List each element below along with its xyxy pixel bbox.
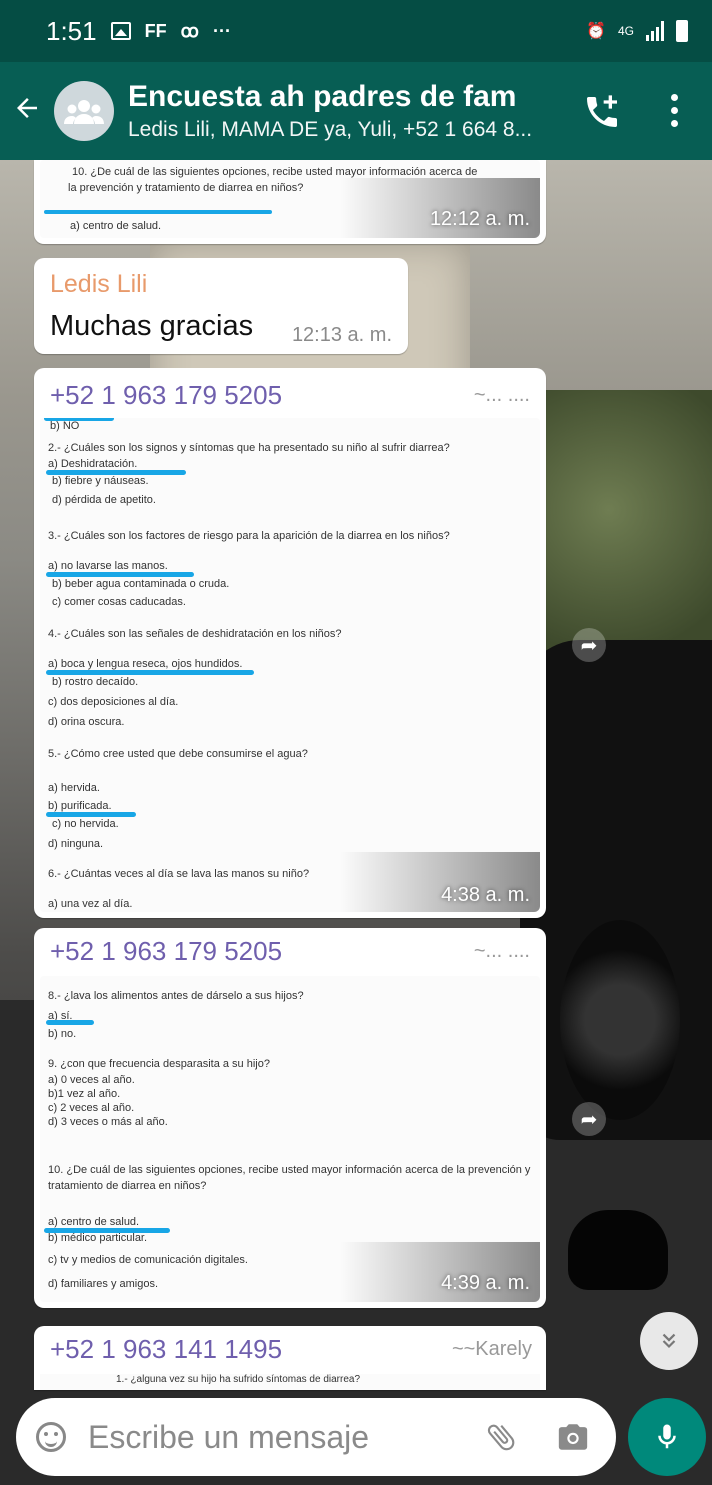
message-text: Muchas gracias: [50, 310, 254, 342]
status-time: 1:51: [46, 15, 97, 46]
more-vert-icon[interactable]: [664, 94, 684, 134]
image-message[interactable]: +52 1 963 179 5205 ~... .... 8.- ¿lava l…: [34, 928, 546, 1308]
doc-line: la prevención y tratamiento de diarrea e…: [68, 182, 304, 194]
gallery-notification-icon: [110, 22, 131, 40]
doc-line: a) Deshidratación.: [48, 458, 138, 470]
doc-line: 8.- ¿lava los alimentos antes de dárselo…: [48, 990, 304, 1002]
doc-line: a) centro de salud.: [48, 1216, 140, 1228]
message-time: 12:13 a. m.: [291, 324, 392, 346]
doc-line: 10. ¿De cuál de las siguientes opciones,…: [72, 166, 478, 178]
doc-line: d) familiares y amigos.: [48, 1278, 159, 1290]
doc-line: a) no lavarse las manos.: [48, 560, 168, 572]
add-call-icon[interactable]: [582, 92, 622, 132]
sender-name: Ledis Lili: [50, 270, 148, 298]
network-type: 4G: [617, 24, 634, 38]
alarm-icon: ⏰: [586, 23, 606, 40]
doc-line: tratamiento de diarrea en niños?: [48, 1180, 207, 1192]
highlight-underline: [44, 1228, 170, 1233]
forward-icon[interactable]: ➦: [572, 1102, 606, 1136]
forward-icon[interactable]: ➦: [572, 628, 606, 662]
doc-line: d) pérdida de apetito.: [52, 494, 156, 506]
doc-line: 6.- ¿Cuántas veces al día se lava las ma…: [48, 868, 310, 880]
highlight-underline: [46, 1020, 94, 1025]
doc-line: b) médico particular.: [48, 1232, 148, 1244]
chat-title-block[interactable]: Encuesta ah padres de fam Ledis Lili, MA…: [128, 80, 568, 142]
battery-icon: [676, 20, 688, 42]
attach-icon[interactable]: [484, 1420, 518, 1459]
image-message[interactable]: 10. ¿De cuál de las siguientes opciones,…: [34, 160, 546, 244]
doc-line: b) purificada.: [48, 800, 112, 812]
doc-line: c) 2 veces al año.: [48, 1102, 135, 1114]
doc-line: a) hervida.: [48, 782, 100, 794]
doc-line: d) orina oscura.: [48, 716, 125, 728]
message-input[interactable]: [88, 1418, 478, 1456]
message-time: 12:12 a. m.: [429, 208, 530, 230]
doc-line: 10. ¿De cuál de las siguientes opciones,…: [48, 1164, 531, 1176]
doc-line: 5.- ¿Cómo cree usted que debe consumirse…: [48, 748, 308, 760]
doc-line: 1.- ¿alguna vez su hijo ha sufrido sínto…: [116, 1374, 361, 1385]
highlight-underline: [46, 470, 186, 475]
group-avatar-icon[interactable]: [54, 81, 114, 141]
doc-line: c) tv y medios de comunicación digitales…: [48, 1254, 248, 1266]
signal-icon: [646, 21, 664, 41]
camera-icon[interactable]: [556, 1420, 590, 1459]
survey-image[interactable]: 8.- ¿lava los alimentos antes de dárselo…: [40, 976, 540, 1302]
highlight-underline: [44, 210, 272, 214]
text-message[interactable]: Ledis Lili Muchas gracias 12:13 a. m.: [34, 258, 408, 354]
highlight-underline: [46, 812, 136, 817]
highlight-underline: [44, 418, 114, 421]
image-message[interactable]: +52 1 963 179 5205 ~... .... b) NO 2.- ¿…: [34, 368, 546, 918]
doc-line: d) ninguna.: [48, 838, 104, 850]
sender-alias: ~~Karely: [451, 1338, 532, 1360]
sender-phone: +52 1 963 179 5205: [50, 380, 283, 410]
image-message[interactable]: +52 1 963 141 1495 ~~Karely 1.- ¿alguna …: [34, 1326, 546, 1390]
doc-line: d) 3 veces o más al año.: [48, 1116, 168, 1128]
doc-line: b) beber agua contaminada o cruda.: [52, 578, 230, 590]
doc-line: b) fiebre y náuseas.: [52, 475, 149, 487]
message-time: 4:38 a. m.: [441, 884, 530, 906]
chat-title: Encuesta ah padres de fam: [128, 80, 517, 113]
wallpaper-wheel: [560, 920, 680, 1120]
highlight-underline: [46, 670, 254, 675]
emoji-icon[interactable]: [36, 1422, 66, 1452]
sender-phone: +52 1 963 141 1495: [50, 1334, 283, 1364]
back-arrow-icon[interactable]: [12, 93, 52, 129]
sender-alias: ~... ....: [473, 940, 530, 962]
more-notifications-icon: ···: [212, 20, 231, 41]
doc-line: c) comer cosas caducadas.: [52, 596, 186, 608]
doc-line: b) NO: [50, 420, 80, 432]
doc-line: c) no hervida.: [52, 818, 119, 830]
doc-line: 2.- ¿Cuáles son los signos y síntomas qu…: [48, 442, 450, 454]
message-time: 4:39 a. m.: [441, 1272, 530, 1294]
doc-line: a) centro de salud.: [70, 220, 162, 232]
highlight-underline: [46, 572, 194, 577]
message-composer: [16, 1398, 616, 1476]
doc-line: 4.- ¿Cuáles son las señales de deshidrat…: [48, 628, 342, 640]
mic-icon[interactable]: [628, 1398, 706, 1476]
doc-line: a) una vez al día.: [48, 898, 133, 910]
sender-alias: ~... ....: [473, 384, 530, 406]
survey-image[interactable]: b) NO 2.- ¿Cuáles son los signos y sínto…: [40, 418, 540, 912]
survey-image[interactable]: 1.- ¿alguna vez su hijo ha sufrido sínto…: [40, 1374, 540, 1390]
doc-line: a) 0 veces al año.: [48, 1074, 135, 1086]
doc-line: 3.- ¿Cuáles son los factores de riesgo p…: [48, 530, 450, 542]
doc-line: 9. ¿con que frecuencia desparasita a su …: [48, 1058, 270, 1070]
doc-line: b) no.: [48, 1028, 77, 1040]
carrier-tag: FF: [144, 20, 167, 41]
voicemail-icon: ꝏ: [180, 20, 199, 41]
chat-header: Encuesta ah padres de fam Ledis Lili, MA…: [0, 62, 712, 160]
doc-line: c) dos deposiciones al día.: [48, 696, 179, 708]
doc-line: b)1 vez al año.: [48, 1088, 121, 1100]
chat-members: Ledis Lili, MAMA DE ya, Yuli, +52 1 664 …: [128, 118, 533, 141]
wallpaper-shoe: [568, 1210, 668, 1290]
status-bar: 1:51 FF ꝏ ··· ⏰ 4G: [0, 0, 712, 62]
double-chevron-down-icon[interactable]: [640, 1312, 698, 1370]
doc-line: b) rostro decaído.: [52, 676, 139, 688]
doc-line: a) boca y lengua reseca, ojos hundidos.: [48, 658, 243, 670]
sender-phone: +52 1 963 179 5205: [50, 936, 283, 966]
